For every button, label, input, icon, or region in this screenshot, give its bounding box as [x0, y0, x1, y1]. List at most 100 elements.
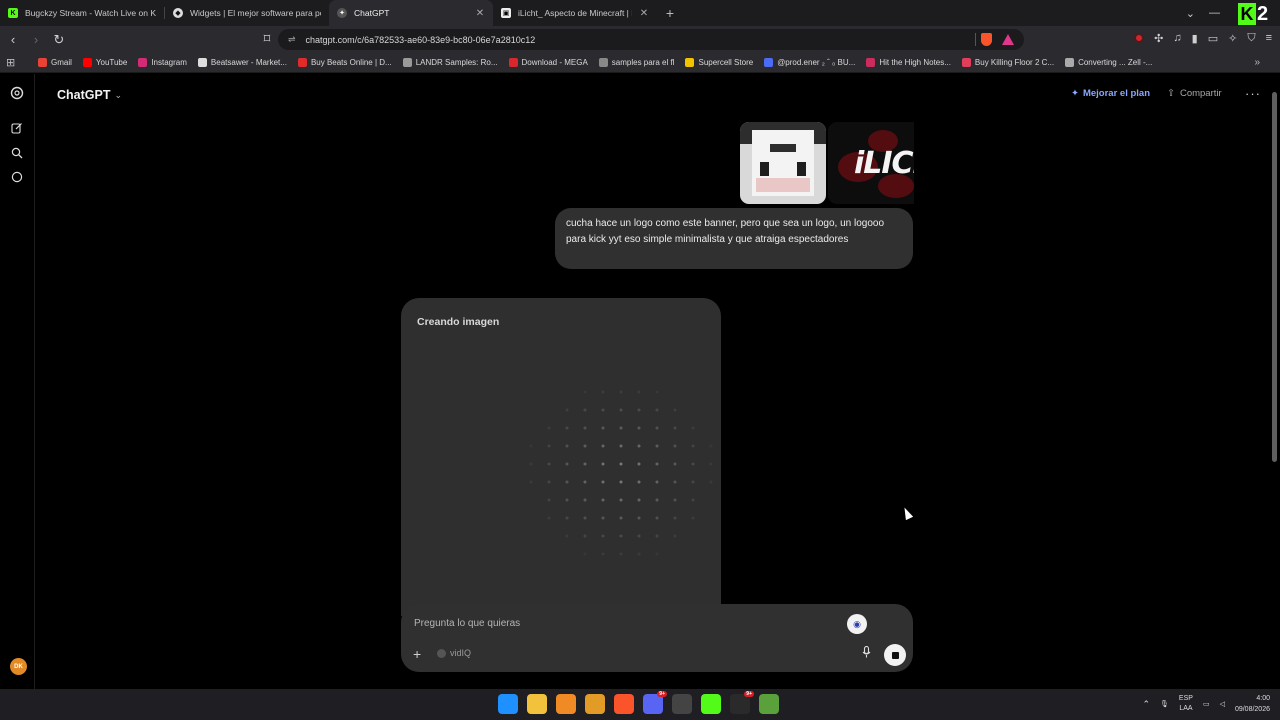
message-composer[interactable]: Pregunta lo que quieras ◉ + vidIQ — [401, 604, 913, 672]
add-attachment-icon[interactable]: + — [413, 646, 421, 662]
bookmark-favicon-icon — [82, 58, 92, 67]
tab-kick-stream[interactable]: K Bugckzy Stream - Watch Live on Kick — [0, 0, 164, 26]
extensions-puzzle-icon[interactable]: ✣ — [1154, 32, 1163, 45]
search-icon[interactable] — [10, 146, 24, 160]
bookmark-item[interactable]: Converting ... Zell -... — [1065, 58, 1152, 67]
tab-namemc[interactable]: ▣ iLicht_ Aspecto de Minecraft | NameM ✕ — [493, 0, 657, 26]
new-chat-icon[interactable] — [10, 121, 24, 135]
music-note-icon[interactable]: ♫ — [1173, 32, 1181, 45]
more-options-icon[interactable]: ··· — [1245, 86, 1261, 101]
site-info-icon[interactable]: ⇌ — [288, 34, 296, 45]
sparkle-icon: ✦ — [1071, 88, 1079, 99]
fl-studio-icon[interactable] — [556, 694, 576, 714]
model-selector[interactable]: ChatGPT ⌄ — [57, 88, 122, 102]
loading-dot — [583, 462, 587, 466]
volume-icon[interactable]: ◁ — [1220, 700, 1225, 708]
tab-chatgpt[interactable]: ✦ ChatGPT ✕ — [329, 0, 493, 26]
loading-dot — [601, 480, 605, 484]
kick-icon: K — [8, 8, 18, 18]
kick-app-icon[interactable] — [701, 694, 721, 714]
menu-hamburger-icon[interactable]: ≡ — [1266, 32, 1272, 45]
bookmark-item[interactable]: Buy Beats Online | D... — [297, 58, 392, 67]
bookmark-favicon-icon — [685, 58, 695, 67]
apps-grid-icon[interactable]: ⊞ — [6, 56, 22, 69]
attached-image-minecraft-skin[interactable] — [740, 122, 826, 204]
vpn-shield-icon[interactable]: ⛉ — [1247, 32, 1255, 45]
chrome-icon[interactable] — [672, 694, 692, 714]
attached-image-banner[interactable]: iLICH — [828, 122, 914, 204]
stop-generating-button[interactable] — [884, 644, 906, 666]
bookmark-item[interactable]: YouTube — [82, 58, 127, 67]
address-divider — [975, 33, 976, 46]
close-tab-icon[interactable]: ✕ — [639, 8, 649, 19]
widgets-icon: ◆ — [173, 8, 183, 18]
bookmark-item[interactable]: Buy Killing Floor 2 C... — [961, 58, 1054, 67]
loading-dot — [709, 444, 713, 448]
bookmark-page-icon[interactable]: ⌑ — [257, 31, 277, 47]
close-tab-icon[interactable]: ✕ — [475, 8, 485, 19]
image-generation-card: Creando imagen — [401, 298, 721, 616]
taskbar-clock[interactable]: 4:00 09/08/2026 — [1235, 693, 1270, 715]
minimize-icon[interactable]: — — [1209, 7, 1220, 19]
language-indicator[interactable]: ESP LAA — [1179, 694, 1193, 714]
brave-icon[interactable] — [614, 694, 634, 714]
bookmark-item[interactable]: samples para el fl — [598, 58, 674, 67]
file-explorer-icon[interactable] — [527, 694, 547, 714]
loading-dot — [619, 516, 623, 520]
reload-icon[interactable]: ↻ — [49, 32, 69, 48]
loading-dot — [619, 426, 623, 430]
share-button[interactable]: ⇪ Compartir — [1167, 88, 1222, 99]
discord-icon[interactable]: 9+ — [643, 691, 667, 714]
leo-ai-icon[interactable]: ✧ — [1228, 32, 1237, 45]
chats-bubble-icon[interactable] — [10, 170, 24, 184]
tray-overflow-icon[interactable]: ⌃ — [1142, 699, 1150, 710]
bookmark-item[interactable]: @prod.ener ₂ ˆ ₀ BU... — [764, 58, 855, 67]
loading-dot — [637, 444, 641, 448]
minecraft-icon[interactable] — [759, 694, 779, 714]
loading-dot — [655, 552, 659, 556]
bookmarks-overflow-icon[interactable]: » — [1254, 57, 1260, 68]
wallet-icon[interactable]: ▭ — [1208, 32, 1218, 45]
vidiq-tool-chip[interactable]: vidIQ — [437, 648, 471, 658]
scrollbar-thumb[interactable] — [1272, 92, 1277, 462]
brave-rewards-icon[interactable] — [1002, 34, 1014, 45]
bookmark-item[interactable]: Instagram — [138, 58, 187, 67]
bookmark-item[interactable]: Beatsawer - Market... — [197, 58, 287, 67]
forward-icon[interactable]: › — [26, 32, 46, 47]
sidebar-toggle-icon[interactable]: ▮ — [1192, 32, 1198, 45]
obs-icon[interactable]: 9+ — [730, 691, 754, 714]
tab-search-chevron-icon[interactable]: ⌄ — [1186, 7, 1195, 20]
url-text[interactable]: chatgpt.com/c/6a782533-ae60-83e9-bc80-06… — [306, 35, 536, 45]
network-icon[interactable]: ▭ — [1203, 700, 1210, 708]
windows-start-icon[interactable] — [498, 694, 518, 714]
vidiq-assistant-icon[interactable]: ◉ — [847, 614, 867, 634]
bookmark-item[interactable]: LANDR Samples: Ro... — [402, 58, 498, 67]
bookmark-item[interactable]: Download - MEGA — [508, 58, 588, 67]
new-tab-button[interactable]: + — [657, 0, 683, 26]
tray-mic-icon[interactable]: 🎙︎ — [1160, 700, 1169, 708]
bookmark-label: @prod.ener ₂ ˆ ₀ BU... — [777, 58, 856, 67]
record-extension-icon[interactable] — [1134, 33, 1145, 43]
loading-dot — [601, 534, 605, 538]
bookmark-item[interactable]: Supercell Store — [685, 58, 753, 67]
lang-layout: LAA — [1179, 705, 1193, 712]
address-bar[interactable]: ⇌ chatgpt.com/c/6a782533-ae60-83e9-bc80-… — [278, 29, 1024, 50]
loading-dot — [583, 444, 587, 448]
tab-widgets[interactable]: ◆ Widgets | El mejor software para pote — [165, 0, 329, 26]
bookmark-item[interactable]: Hit the High Notes... — [866, 58, 951, 67]
tab-title: Bugckzy Stream - Watch Live on Kick — [25, 8, 156, 18]
brave-shields-icon[interactable] — [981, 33, 992, 46]
loading-dot — [547, 444, 551, 448]
model-title: ChatGPT — [57, 88, 111, 102]
scrollbar[interactable] — [1270, 74, 1280, 689]
fl-studio-2-icon[interactable] — [585, 694, 605, 714]
openai-logo-icon[interactable] — [10, 86, 24, 100]
loading-dot — [565, 516, 569, 520]
microphone-icon[interactable] — [862, 645, 871, 661]
bookmark-item[interactable]: Gmail — [38, 58, 72, 67]
upgrade-plan-button[interactable]: ✦ Mejorar el plan — [1071, 88, 1150, 99]
back-icon[interactable]: ‹ — [3, 32, 23, 47]
user-avatar[interactable]: DK — [10, 658, 27, 675]
loading-dot — [565, 462, 569, 466]
composer-placeholder[interactable]: Pregunta lo que quieras — [414, 618, 520, 629]
